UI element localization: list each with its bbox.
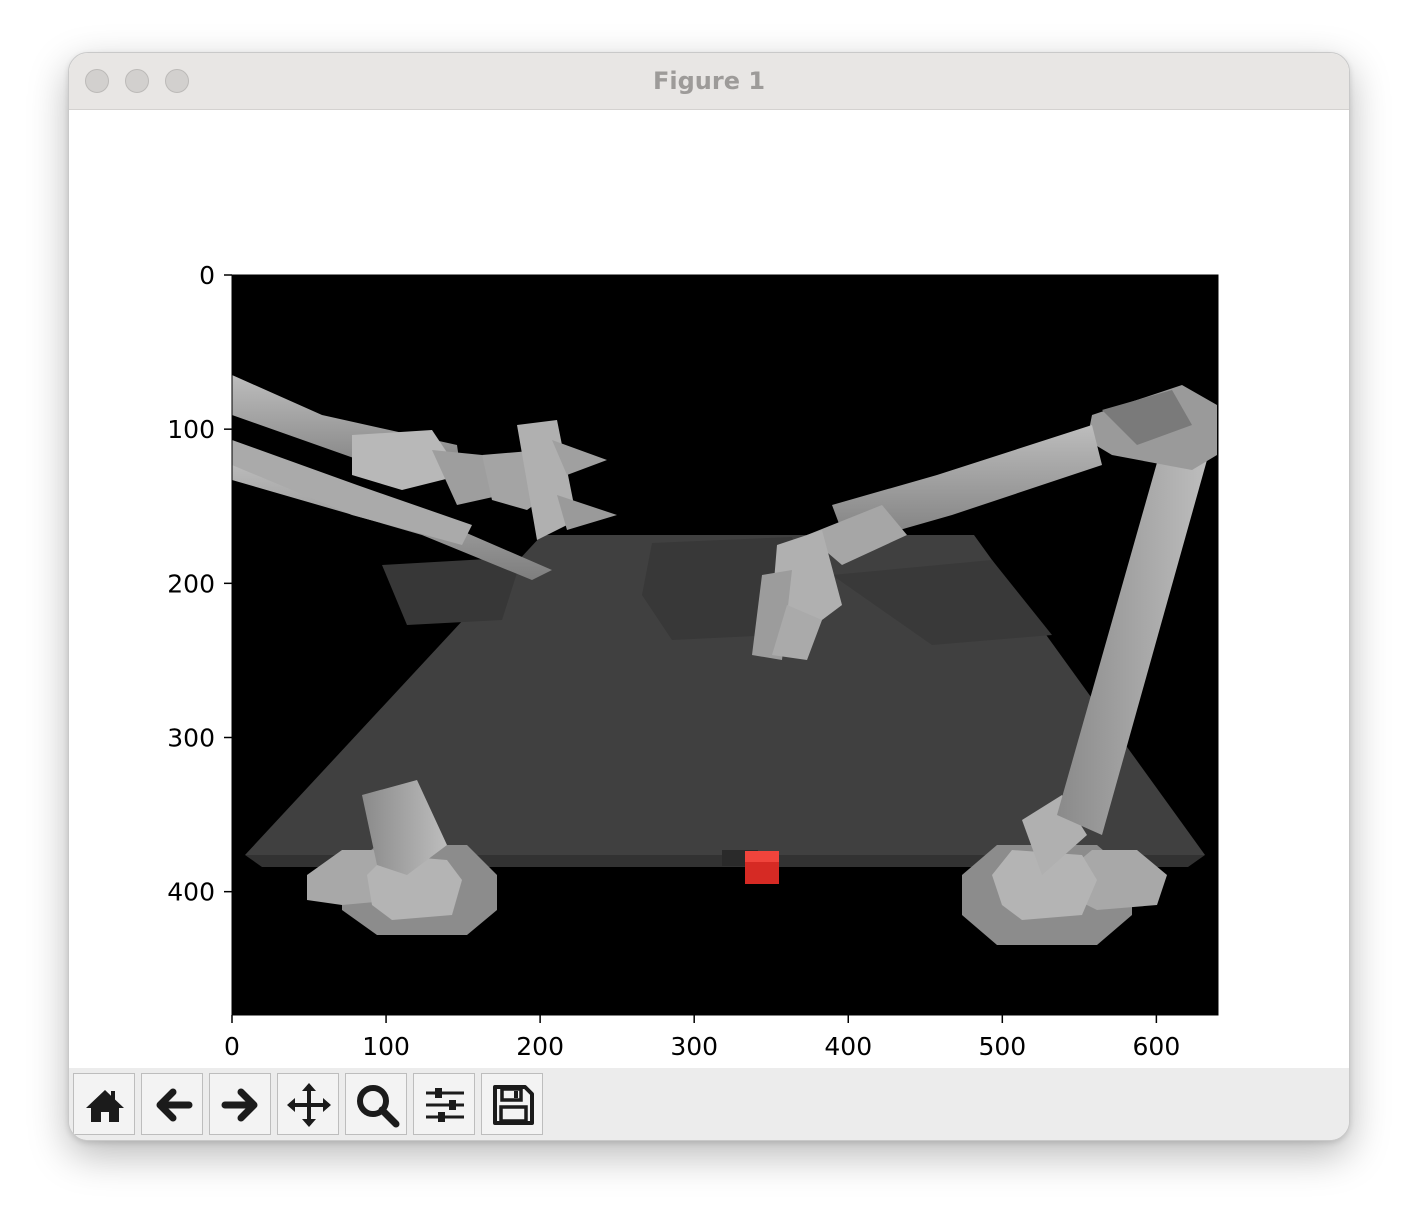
move-icon (287, 1083, 331, 1127)
pan-button[interactable] (277, 1073, 339, 1135)
y-axis: 0 100 200 300 400 (167, 261, 232, 907)
x-tick-label: 100 (362, 1032, 410, 1061)
navigation-toolbar (69, 1068, 1349, 1140)
back-button[interactable] (141, 1073, 203, 1135)
forward-button[interactable] (209, 1073, 271, 1135)
x-axis: 0 100 200 300 400 500 600 (224, 1015, 1180, 1061)
y-tick-label: 400 (167, 878, 215, 907)
plot-svg: 0 100 200 300 400 500 600 0 100 200 300 400 (167, 261, 1219, 1061)
x-tick-label: 400 (824, 1032, 872, 1061)
y-tick-label: 200 (167, 569, 215, 598)
x-tick-label: 300 (670, 1032, 718, 1061)
window-title: Figure 1 (652, 67, 766, 95)
y-tick-label: 0 (199, 261, 215, 290)
figure-canvas[interactable]: 0 100 200 300 400 500 600 0 100 200 300 400 (69, 110, 1349, 1068)
home-button[interactable] (73, 1073, 135, 1135)
title-bar: Figure 1 (69, 53, 1349, 110)
x-tick-label: 0 (224, 1032, 240, 1061)
y-tick-label: 100 (167, 415, 215, 444)
sliders-icon (426, 1088, 464, 1122)
x-tick-label: 200 (516, 1032, 564, 1061)
configure-subplots-button[interactable] (413, 1073, 475, 1135)
figure-window: Figure 1 0 100 200 300 400 500 600 0 100… (68, 52, 1350, 1141)
image-axes (231, 274, 1219, 1016)
magnifier-icon (357, 1085, 400, 1128)
arrow-left-icon (156, 1088, 193, 1122)
home-icon (86, 1090, 124, 1122)
zoom-button[interactable] (345, 1073, 407, 1135)
arrow-right-icon (221, 1088, 258, 1122)
x-tick-label: 600 (1133, 1032, 1181, 1061)
floppy-disk-icon (493, 1085, 534, 1125)
x-tick-label: 500 (978, 1032, 1026, 1061)
y-tick-label: 300 (167, 724, 215, 753)
save-button[interactable] (481, 1073, 543, 1135)
